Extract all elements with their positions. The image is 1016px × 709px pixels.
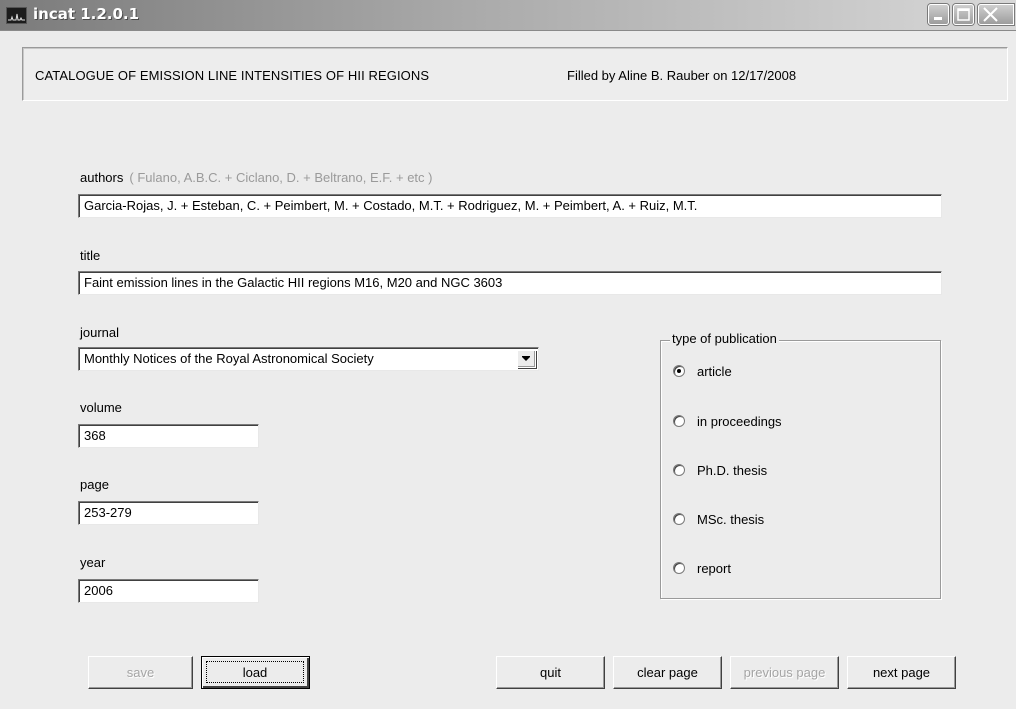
radio-button[interactable] — [673, 365, 685, 377]
close-icon — [983, 7, 998, 22]
year-input[interactable]: 2006 — [78, 579, 259, 603]
save-button[interactable]: save — [88, 656, 193, 689]
radio-button[interactable] — [673, 562, 685, 574]
radio-label: Ph.D. thesis — [697, 463, 768, 478]
year-label: year — [80, 555, 106, 570]
radio-button[interactable] — [673, 415, 685, 427]
title-input[interactable]: Faint emission lines in the Galactic HII… — [78, 271, 942, 295]
authors-label: authors — [80, 170, 124, 185]
quit-button[interactable]: quit — [496, 656, 605, 689]
authors-label-row: authors ( Fulano, A.B.C. + Ciclano, D. + … — [80, 170, 432, 185]
radio-button[interactable] — [673, 513, 685, 525]
previous-page-button[interactable]: previous page — [730, 656, 839, 689]
chevron-down-icon — [522, 356, 530, 361]
journal-select[interactable]: Monthly Notices of the Royal Astronomica… — [78, 347, 539, 371]
volume-label: volume — [80, 400, 122, 415]
journal-dropdown-button[interactable] — [517, 350, 536, 368]
clear-page-button[interactable]: clear page — [613, 656, 722, 689]
maximize-button[interactable] — [953, 4, 974, 25]
close-button[interactable] — [978, 4, 1014, 25]
radio-button[interactable] — [673, 464, 685, 476]
header-panel: CATALOGUE OF EMISSION LINE INTENSITIES O… — [22, 47, 1008, 101]
page-input[interactable]: 253-279 — [78, 501, 259, 525]
title-label: title — [80, 248, 101, 263]
radio-label: report — [697, 561, 731, 576]
volume-input[interactable]: 368 — [78, 424, 259, 448]
page-label: page — [80, 477, 109, 492]
title-bar[interactable]: incat 1.2.0.1 — [0, 0, 1016, 31]
journal-label: journal — [80, 325, 120, 340]
window-title: incat 1.2.0.1 — [33, 5, 140, 23]
minimize-icon — [934, 17, 942, 20]
authors-input[interactable]: Garcia-Rojas, J. + Esteban, C. + Peimber… — [78, 194, 942, 218]
app-icon — [6, 7, 27, 24]
radio-label: article — [697, 364, 732, 379]
radio-label: MSc. thesis — [697, 512, 765, 527]
minimize-button[interactable] — [928, 4, 949, 25]
journal-selected-value: Monthly Notices of the Royal Astronomica… — [84, 351, 374, 366]
publication-type-legend: type of publication — [670, 331, 779, 346]
load-button-label: load — [206, 661, 304, 683]
app-window: incat 1.2.0.1 CATALOGUE OF EMISSION LINE… — [0, 0, 1016, 709]
maximize-icon — [957, 8, 970, 21]
next-page-button[interactable]: next page — [847, 656, 956, 689]
catalogue-title: CATALOGUE OF EMISSION LINE INTENSITIES O… — [35, 68, 430, 83]
authors-hint: ( Fulano, A.B.C. + Ciclano, D. + Beltran… — [129, 170, 433, 185]
load-button[interactable]: load — [201, 656, 310, 689]
radio-label: in proceedings — [697, 414, 782, 429]
filled-by-text: Filled by Aline B. Rauber on 12/17/2008 — [567, 68, 797, 83]
